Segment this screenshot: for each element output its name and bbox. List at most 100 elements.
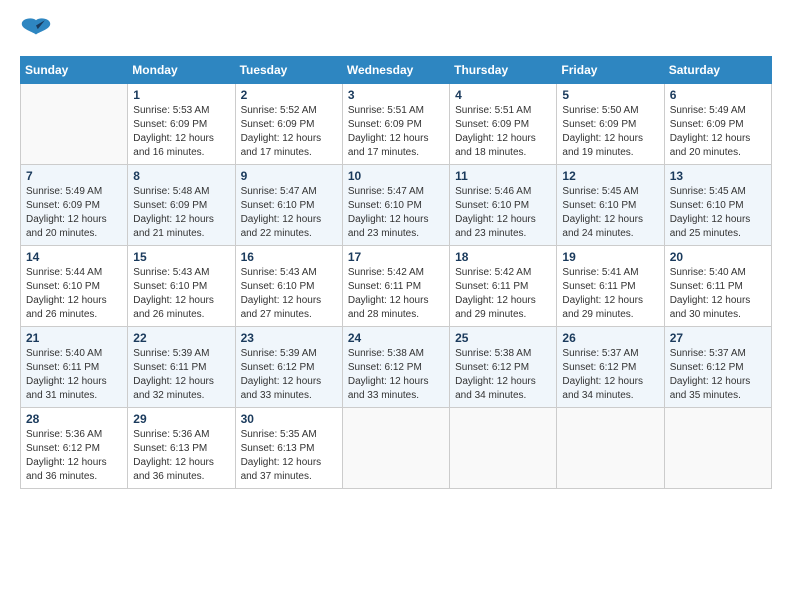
sunset-text: Sunset: 6:10 PM bbox=[348, 199, 444, 213]
sunrise-text: Sunrise: 5:43 AM bbox=[133, 266, 229, 280]
calendar-table: SundayMondayTuesdayWednesdayThursdayFrid… bbox=[20, 56, 772, 489]
sunrise-text: Sunrise: 5:42 AM bbox=[348, 266, 444, 280]
daylight-text: Daylight: 12 hours and 36 minutes. bbox=[133, 456, 229, 484]
sunset-text: Sunset: 6:10 PM bbox=[241, 280, 337, 294]
day-number: 16 bbox=[241, 250, 337, 264]
sunrise-text: Sunrise: 5:41 AM bbox=[562, 266, 658, 280]
day-number: 9 bbox=[241, 169, 337, 183]
sunrise-text: Sunrise: 5:46 AM bbox=[455, 185, 551, 199]
calendar-cell: 8Sunrise: 5:48 AMSunset: 6:09 PMDaylight… bbox=[128, 165, 235, 246]
sunset-text: Sunset: 6:09 PM bbox=[241, 118, 337, 132]
calendar-cell: 23Sunrise: 5:39 AMSunset: 6:12 PMDayligh… bbox=[235, 327, 342, 408]
sunrise-text: Sunrise: 5:43 AM bbox=[241, 266, 337, 280]
sunrise-text: Sunrise: 5:47 AM bbox=[348, 185, 444, 199]
day-number: 6 bbox=[670, 88, 766, 102]
sunset-text: Sunset: 6:10 PM bbox=[133, 280, 229, 294]
sunrise-text: Sunrise: 5:47 AM bbox=[241, 185, 337, 199]
day-info: Sunrise: 5:35 AMSunset: 6:13 PMDaylight:… bbox=[241, 428, 337, 484]
daylight-text: Daylight: 12 hours and 20 minutes. bbox=[670, 132, 766, 160]
sunset-text: Sunset: 6:12 PM bbox=[455, 361, 551, 375]
calendar-cell: 7Sunrise: 5:49 AMSunset: 6:09 PMDaylight… bbox=[21, 165, 128, 246]
daylight-text: Daylight: 12 hours and 24 minutes. bbox=[562, 213, 658, 241]
daylight-text: Daylight: 12 hours and 21 minutes. bbox=[133, 213, 229, 241]
day-info: Sunrise: 5:51 AMSunset: 6:09 PMDaylight:… bbox=[348, 104, 444, 160]
daylight-text: Daylight: 12 hours and 17 minutes. bbox=[348, 132, 444, 160]
day-number: 18 bbox=[455, 250, 551, 264]
day-number: 30 bbox=[241, 412, 337, 426]
calendar-cell: 18Sunrise: 5:42 AMSunset: 6:11 PMDayligh… bbox=[450, 246, 557, 327]
weekday-header-friday: Friday bbox=[557, 57, 664, 84]
calendar-cell: 13Sunrise: 5:45 AMSunset: 6:10 PMDayligh… bbox=[664, 165, 771, 246]
calendar-cell: 6Sunrise: 5:49 AMSunset: 6:09 PMDaylight… bbox=[664, 84, 771, 165]
sunrise-text: Sunrise: 5:36 AM bbox=[26, 428, 122, 442]
day-number: 8 bbox=[133, 169, 229, 183]
day-number: 7 bbox=[26, 169, 122, 183]
day-number: 3 bbox=[348, 88, 444, 102]
sunset-text: Sunset: 6:11 PM bbox=[133, 361, 229, 375]
daylight-text: Daylight: 12 hours and 31 minutes. bbox=[26, 375, 122, 403]
calendar-cell bbox=[664, 408, 771, 489]
sunrise-text: Sunrise: 5:49 AM bbox=[26, 185, 122, 199]
sunrise-text: Sunrise: 5:48 AM bbox=[133, 185, 229, 199]
daylight-text: Daylight: 12 hours and 23 minutes. bbox=[455, 213, 551, 241]
daylight-text: Daylight: 12 hours and 20 minutes. bbox=[26, 213, 122, 241]
daylight-text: Daylight: 12 hours and 27 minutes. bbox=[241, 294, 337, 322]
day-number: 20 bbox=[670, 250, 766, 264]
day-number: 22 bbox=[133, 331, 229, 345]
day-info: Sunrise: 5:41 AMSunset: 6:11 PMDaylight:… bbox=[562, 266, 658, 322]
sunset-text: Sunset: 6:12 PM bbox=[670, 361, 766, 375]
sunrise-text: Sunrise: 5:51 AM bbox=[455, 104, 551, 118]
weekday-header-monday: Monday bbox=[128, 57, 235, 84]
calendar-cell: 3 Sunrise: 5:51 AMSunset: 6:09 PMDaylight… bbox=[342, 84, 449, 165]
day-number: 27 bbox=[670, 331, 766, 345]
daylight-text: Daylight: 12 hours and 26 minutes. bbox=[26, 294, 122, 322]
day-info: Sunrise: 5:43 AMSunset: 6:10 PMDaylight:… bbox=[241, 266, 337, 322]
logo bbox=[20, 16, 56, 44]
weekday-header-tuesday: Tuesday bbox=[235, 57, 342, 84]
calendar-cell: 20Sunrise: 5:40 AMSunset: 6:11 PMDayligh… bbox=[664, 246, 771, 327]
page-header bbox=[20, 16, 772, 44]
daylight-text: Daylight: 12 hours and 28 minutes. bbox=[348, 294, 444, 322]
calendar-cell: 17 Sunrise: 5:42 AMSunset: 6:11 PMDayligh… bbox=[342, 246, 449, 327]
day-info: Sunrise: 5:47 AMSunset: 6:10 PMDaylight:… bbox=[348, 185, 444, 241]
calendar-week-row: 14Sunrise: 5:44 AMSunset: 6:10 PMDayligh… bbox=[21, 246, 772, 327]
daylight-text: Daylight: 12 hours and 34 minutes. bbox=[562, 375, 658, 403]
sunset-text: Sunset: 6:12 PM bbox=[241, 361, 337, 375]
sunrise-text: Sunrise: 5:36 AM bbox=[133, 428, 229, 442]
day-number: 26 bbox=[562, 331, 658, 345]
calendar-cell: 1Sunrise: 5:53 AMSunset: 6:09 PMDaylight… bbox=[128, 84, 235, 165]
sunrise-text: Sunrise: 5:45 AM bbox=[562, 185, 658, 199]
day-info: Sunrise: 5:51 AMSunset: 6:09 PMDaylight:… bbox=[455, 104, 551, 160]
weekday-header-saturday: Saturday bbox=[664, 57, 771, 84]
day-number: 10 bbox=[348, 169, 444, 183]
calendar-cell: 28Sunrise: 5:36 AMSunset: 6:12 PMDayligh… bbox=[21, 408, 128, 489]
calendar-cell: 27Sunrise: 5:37 AMSunset: 6:12 PMDayligh… bbox=[664, 327, 771, 408]
day-number: 15 bbox=[133, 250, 229, 264]
day-info: Sunrise: 5:45 AMSunset: 6:10 PMDaylight:… bbox=[562, 185, 658, 241]
day-number: 17 bbox=[348, 250, 444, 264]
daylight-text: Daylight: 12 hours and 16 minutes. bbox=[133, 132, 229, 160]
sunset-text: Sunset: 6:11 PM bbox=[562, 280, 658, 294]
sunrise-text: Sunrise: 5:40 AM bbox=[26, 347, 122, 361]
daylight-text: Daylight: 12 hours and 33 minutes. bbox=[348, 375, 444, 403]
calendar-cell: 25Sunrise: 5:38 AMSunset: 6:12 PMDayligh… bbox=[450, 327, 557, 408]
calendar-cell bbox=[450, 408, 557, 489]
sunset-text: Sunset: 6:09 PM bbox=[348, 118, 444, 132]
daylight-text: Daylight: 12 hours and 26 minutes. bbox=[133, 294, 229, 322]
daylight-text: Daylight: 12 hours and 17 minutes. bbox=[241, 132, 337, 160]
day-info: Sunrise: 5:42 AMSunset: 6:11 PMDaylight:… bbox=[348, 266, 444, 322]
daylight-text: Daylight: 12 hours and 36 minutes. bbox=[26, 456, 122, 484]
day-number: 14 bbox=[26, 250, 122, 264]
day-number: 23 bbox=[241, 331, 337, 345]
calendar-cell: 2Sunrise: 5:52 AMSunset: 6:09 PMDaylight… bbox=[235, 84, 342, 165]
day-info: Sunrise: 5:44 AMSunset: 6:10 PMDaylight:… bbox=[26, 266, 122, 322]
sunset-text: Sunset: 6:13 PM bbox=[133, 442, 229, 456]
sunrise-text: Sunrise: 5:44 AM bbox=[26, 266, 122, 280]
calendar-header-row: SundayMondayTuesdayWednesdayThursdayFrid… bbox=[21, 57, 772, 84]
day-number: 19 bbox=[562, 250, 658, 264]
sunrise-text: Sunrise: 5:40 AM bbox=[670, 266, 766, 280]
daylight-text: Daylight: 12 hours and 25 minutes. bbox=[670, 213, 766, 241]
sunset-text: Sunset: 6:09 PM bbox=[455, 118, 551, 132]
day-info: Sunrise: 5:50 AMSunset: 6:09 PMDaylight:… bbox=[562, 104, 658, 160]
calendar-cell bbox=[21, 84, 128, 165]
